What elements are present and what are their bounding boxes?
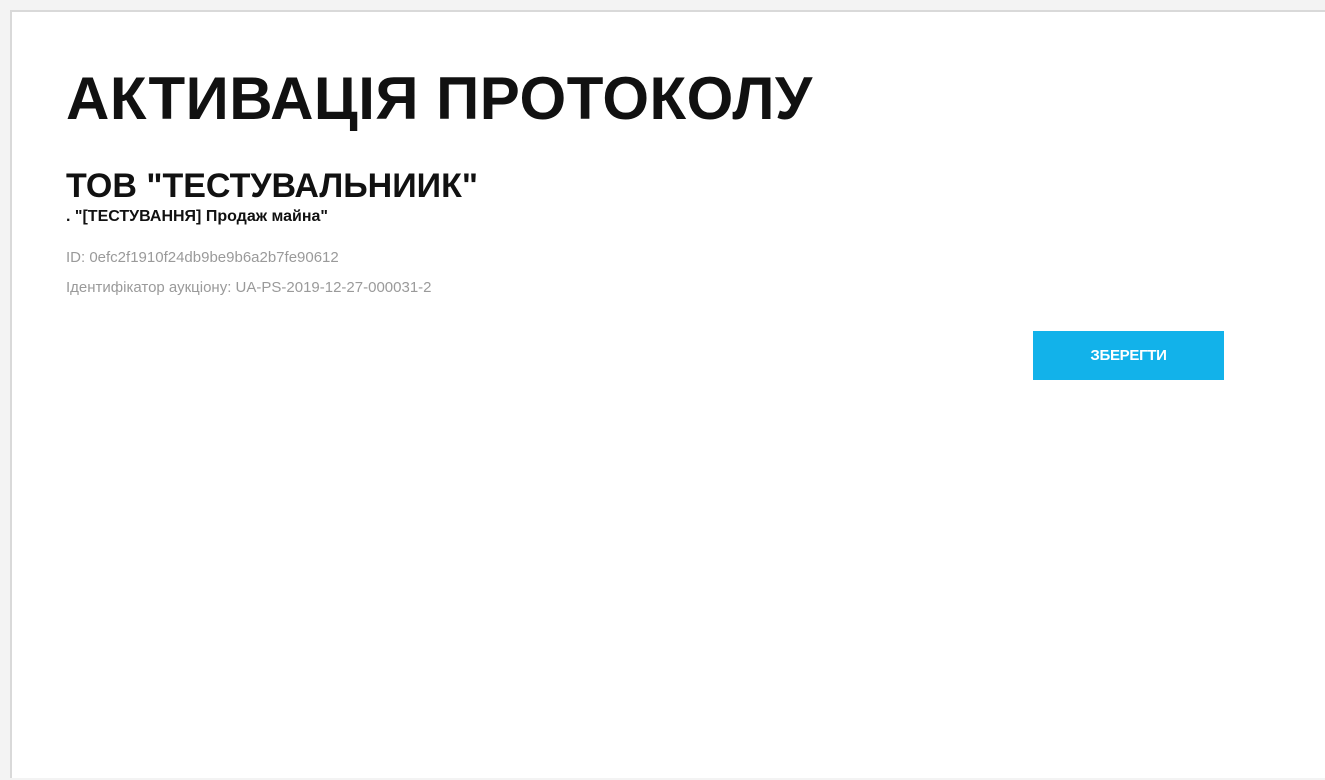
- main-panel: АКТИВАЦІЯ ПРОТОКОЛУ ТОВ "ТЕСТУВАЛЬНИИК" …: [10, 10, 1325, 778]
- organization-name: ТОВ "ТЕСТУВАЛЬНИИК": [66, 167, 478, 205]
- page-title: АКТИВАЦІЯ ПРОТОКОЛУ: [66, 65, 813, 132]
- protocol-id: ID: 0efc2f1910f24db9be9b6a2b7fe90612: [66, 249, 339, 266]
- lot-title: . "[ТЕСТУВАННЯ] Продаж майна": [66, 208, 329, 225]
- save-button[interactable]: ЗБЕРЕГТИ: [1033, 331, 1224, 380]
- auction-identifier: Ідентифікатор аукціону: UA-PS-2019-12-27…: [66, 279, 432, 296]
